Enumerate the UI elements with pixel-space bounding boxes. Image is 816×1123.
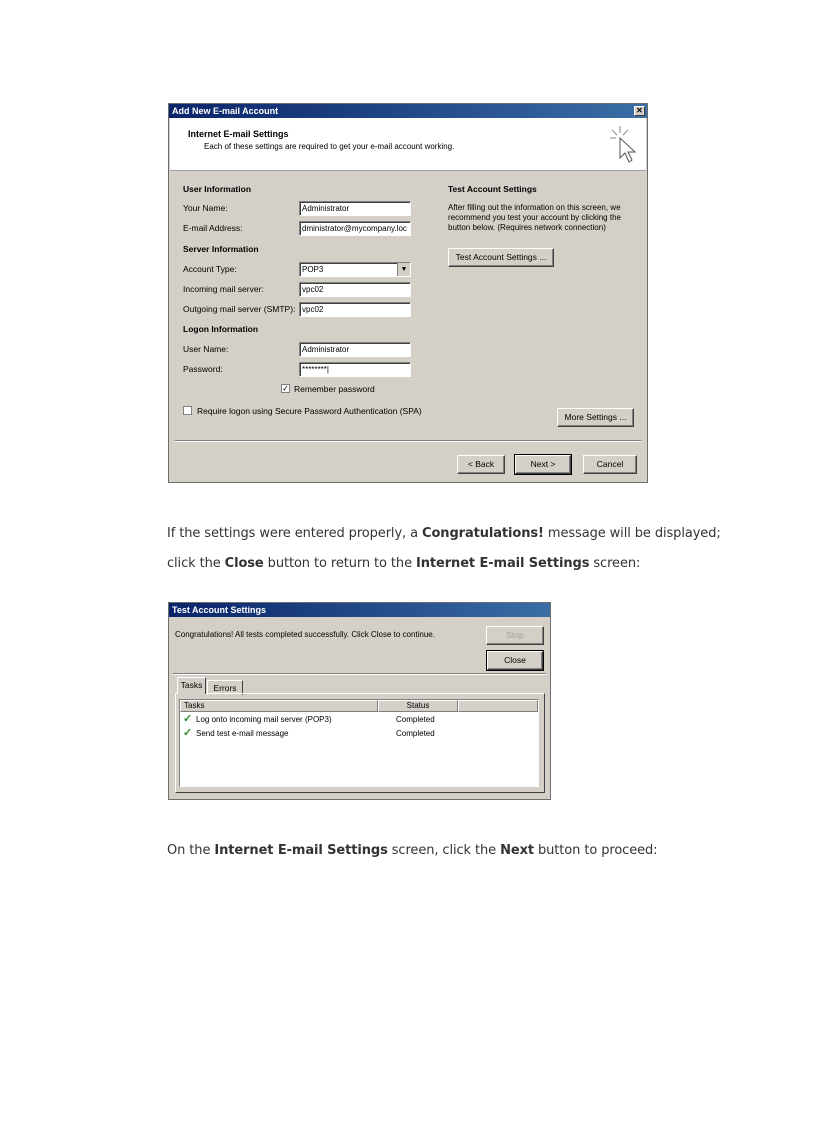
close-button[interactable]: Close <box>486 650 544 671</box>
account-type-value: POP3 <box>302 265 324 274</box>
table-row[interactable]: ✓ Send test e-mail message Completed <box>183 727 533 741</box>
test-account-settings-dialog: Test Account Settings Congratulations! A… <box>168 602 551 800</box>
server-info-heading: Server Information <box>183 244 259 254</box>
back-button[interactable]: < Back <box>457 455 505 474</box>
header-title: Internet E-mail Settings <box>188 129 289 139</box>
table-row[interactable]: ✓ Log onto incoming mail server (POP3) C… <box>183 713 533 727</box>
your-name-label: Your Name: <box>183 203 228 213</box>
incoming-server-label: Incoming mail server: <box>183 284 264 294</box>
username-label: User Name: <box>183 344 229 354</box>
para1-text-2: message will be displayed; <box>543 526 721 541</box>
dialog-title: Add New E-mail Account <box>172 106 279 116</box>
congratulations-message: Congratulations! All tests completed suc… <box>175 630 435 639</box>
dialog2-title-bar[interactable]: Test Account Settings <box>169 603 550 617</box>
test-desc-line-2: recommend you test your account by click… <box>448 213 621 222</box>
remember-password-label: Remember password <box>294 384 375 394</box>
email-input[interactable]: dministrator@mycompany.loc <box>299 221 411 236</box>
spa-label: Require logon using Secure Password Auth… <box>197 406 422 416</box>
account-type-label: Account Type: <box>183 264 237 274</box>
para1-text-1: If the settings were entered properly, a <box>167 526 423 541</box>
column-header-tasks[interactable]: Tasks <box>180 700 378 712</box>
your-name-input[interactable]: Administrator <box>299 201 411 216</box>
add-email-account-dialog: Add New E-mail Account ✕ Internet E-mail… <box>168 103 648 483</box>
password-label: Password: <box>183 364 223 374</box>
para2-bold-1: Close <box>224 556 264 571</box>
account-type-select[interactable]: POP3 ▼ <box>299 262 411 277</box>
para2-bold-2: Internet E-mail Settings <box>416 556 590 571</box>
tasks-list[interactable]: Tasks Status ✓ Log onto incoming mail se… <box>179 699 539 787</box>
paragraph-3: On the Internet E-mail Settings screen, … <box>167 843 658 858</box>
para2-text-2: button to return to the <box>263 556 416 571</box>
para3-text-2: screen, click the <box>387 843 501 858</box>
logon-info-heading: Logon Information <box>183 324 259 334</box>
task-name: Log onto incoming mail server (POP3) <box>196 715 332 724</box>
para1-bold-1: Congratulations! <box>422 526 544 541</box>
test-desc-line-3: button below. (Requires network connecti… <box>448 223 606 232</box>
para2-text-3: screen: <box>589 556 641 571</box>
checkmark-icon: ✓ <box>183 713 193 725</box>
dialog-title-bar[interactable]: Add New E-mail Account ✕ <box>169 104 647 118</box>
remember-password-checkbox[interactable]: ✓ <box>281 384 290 393</box>
user-info-heading: User Information <box>183 184 252 194</box>
checkmark-icon: ✓ <box>183 727 193 739</box>
incoming-server-input[interactable]: vpc02 <box>299 282 411 297</box>
test-settings-heading: Test Account Settings <box>448 184 537 194</box>
para3-bold-2: Next <box>500 843 534 858</box>
dialog2-divider <box>173 673 546 675</box>
cursor-sparkle-icon <box>610 126 637 163</box>
outgoing-server-input[interactable]: vpc02 <box>299 302 411 317</box>
para2-text-1: click the <box>167 556 225 571</box>
outgoing-server-label: Outgoing mail server (SMTP): <box>183 304 296 314</box>
stop-button[interactable]: Stop <box>486 626 544 645</box>
column-header-filler <box>458 700 538 712</box>
task-name: Send test e-mail message <box>196 729 289 738</box>
more-settings-button[interactable]: More Settings ... <box>557 408 634 427</box>
paragraph-2: click the Close button to return to the … <box>167 556 640 571</box>
password-input[interactable]: ********| <box>299 362 411 377</box>
username-input[interactable]: Administrator <box>299 342 411 357</box>
close-icon[interactable]: ✕ <box>634 106 645 116</box>
email-label: E-mail Address: <box>183 223 243 233</box>
para3-text-3: button to proceed: <box>533 843 658 858</box>
task-status: Completed <box>396 729 435 738</box>
header-subtitle: Each of these settings are required to g… <box>204 142 455 151</box>
footer-divider <box>175 440 641 442</box>
paragraph-1: If the settings were entered properly, a… <box>167 526 721 541</box>
para3-bold-1: Internet E-mail Settings <box>214 843 388 858</box>
test-desc-line-1: After filling out the information on thi… <box>448 203 621 212</box>
next-button[interactable]: Next > <box>514 454 572 475</box>
task-status: Completed <box>396 715 435 724</box>
para3-text-1: On the <box>167 843 215 858</box>
cancel-button[interactable]: Cancel <box>583 455 637 474</box>
column-header-status[interactable]: Status <box>378 700 458 712</box>
tab-tasks[interactable]: Tasks <box>177 677 206 694</box>
chevron-down-icon[interactable]: ▼ <box>397 263 410 276</box>
test-account-settings-button[interactable]: Test Account Settings ... <box>448 248 554 267</box>
dialog-header: Internet E-mail Settings Each of these s… <box>170 118 646 171</box>
dialog2-title: Test Account Settings <box>172 605 267 615</box>
spa-checkbox[interactable] <box>183 406 192 415</box>
